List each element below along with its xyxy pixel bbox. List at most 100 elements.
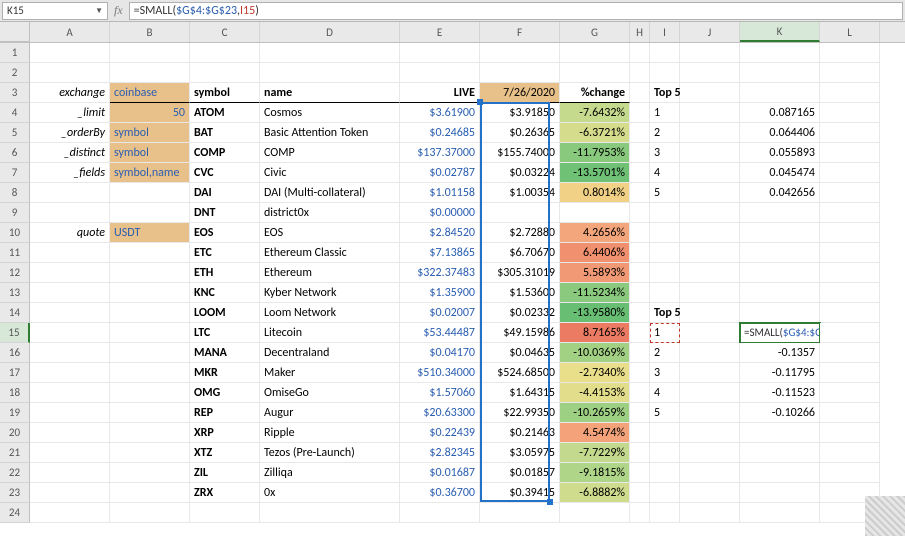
- row-header-1[interactable]: 1: [0, 43, 30, 63]
- row-header-11[interactable]: 11: [0, 243, 30, 263]
- cell-C7[interactable]: CVC: [190, 163, 260, 183]
- cell-J9[interactable]: [680, 203, 740, 223]
- cell-F5[interactable]: $0.26365: [480, 123, 560, 143]
- cell-H13[interactable]: [630, 283, 650, 303]
- cell-I17[interactable]: 3: [650, 363, 680, 383]
- cell-B12[interactable]: [110, 263, 190, 283]
- cell-D14[interactable]: Loom Network: [260, 303, 400, 323]
- cell-E7[interactable]: $0.02787: [400, 163, 480, 183]
- cell-J15[interactable]: [680, 323, 740, 343]
- cell-J18[interactable]: [680, 383, 740, 403]
- col-header-A[interactable]: A: [30, 22, 110, 42]
- row-header-13[interactable]: 13: [0, 283, 30, 303]
- cell-F1[interactable]: [480, 43, 560, 63]
- cell-B22[interactable]: [110, 463, 190, 483]
- cell-A6[interactable]: _distinct: [30, 143, 110, 163]
- cell-B9[interactable]: [110, 203, 190, 223]
- cell-D9[interactable]: district0x: [260, 203, 400, 223]
- cell-J13[interactable]: [680, 283, 740, 303]
- cell-I24[interactable]: [650, 503, 680, 523]
- chevron-down-icon[interactable]: ▼: [95, 6, 103, 16]
- cell-H8[interactable]: [630, 183, 650, 203]
- cell-F4[interactable]: $3.91850: [480, 103, 560, 123]
- col-header-J[interactable]: J: [680, 22, 740, 42]
- cell-B18[interactable]: [110, 383, 190, 403]
- cell-I8[interactable]: 5: [650, 183, 680, 203]
- cell-D5[interactable]: Basic Attention Token: [260, 123, 400, 143]
- cell-H14[interactable]: [630, 303, 650, 323]
- cell-B21[interactable]: [110, 443, 190, 463]
- cell-G6[interactable]: -11.7953%: [560, 143, 630, 163]
- cell-A12[interactable]: [30, 263, 110, 283]
- cell-G13[interactable]: -11.5234%: [560, 283, 630, 303]
- cell-G18[interactable]: -4.4153%: [560, 383, 630, 403]
- cell-G17[interactable]: -2.7340%: [560, 363, 630, 383]
- cell-K11[interactable]: [740, 243, 820, 263]
- cell-A8[interactable]: [30, 183, 110, 203]
- cell-H7[interactable]: [630, 163, 650, 183]
- cell-A15[interactable]: [30, 323, 110, 343]
- cell-K18[interactable]: -0.11523: [740, 383, 820, 403]
- cell-J7[interactable]: [680, 163, 740, 183]
- row-header-8[interactable]: 8: [0, 183, 30, 203]
- cell-D18[interactable]: OmiseGo: [260, 383, 400, 403]
- cell-D8[interactable]: DAI (Multi-collateral): [260, 183, 400, 203]
- cell-K9[interactable]: [740, 203, 820, 223]
- cell-E8[interactable]: $1.01158: [400, 183, 480, 203]
- cell-I7[interactable]: 4: [650, 163, 680, 183]
- col-header-E[interactable]: E: [400, 22, 480, 42]
- cell-J5[interactable]: [680, 123, 740, 143]
- cell-F10[interactable]: $2.72880: [480, 223, 560, 243]
- cell-I9[interactable]: [650, 203, 680, 223]
- cell-A1[interactable]: [30, 43, 110, 63]
- cell-I11[interactable]: [650, 243, 680, 263]
- cell-I14[interactable]: Top 5 Losers: [650, 303, 680, 323]
- cell-C3[interactable]: symbol: [190, 83, 260, 103]
- cell-E13[interactable]: $1.35900: [400, 283, 480, 303]
- fx-icon[interactable]: fx: [114, 3, 123, 18]
- cell-G10[interactable]: 4.2656%: [560, 223, 630, 243]
- cell-I2[interactable]: [650, 63, 680, 83]
- cell-J22[interactable]: [680, 463, 740, 483]
- cell-D10[interactable]: EOS: [260, 223, 400, 243]
- cell-E21[interactable]: $2.82345: [400, 443, 480, 463]
- cell-J4[interactable]: [680, 103, 740, 123]
- cell-B24[interactable]: [110, 503, 190, 523]
- cell-I12[interactable]: [650, 263, 680, 283]
- row-header-21[interactable]: 21: [0, 443, 30, 463]
- cell-K20[interactable]: [740, 423, 820, 443]
- cell-D4[interactable]: Cosmos: [260, 103, 400, 123]
- cell-E12[interactable]: $322.37483: [400, 263, 480, 283]
- cell-A23[interactable]: [30, 483, 110, 503]
- cell-H3[interactable]: [630, 83, 650, 103]
- row-header-10[interactable]: 10: [0, 223, 30, 243]
- col-header-I[interactable]: I: [650, 22, 680, 42]
- cell-E24[interactable]: [400, 503, 480, 523]
- col-header-K[interactable]: K: [740, 22, 820, 42]
- cell-G23[interactable]: -6.8882%: [560, 483, 630, 503]
- cell-G24[interactable]: [560, 503, 630, 523]
- cell-F15[interactable]: $49.15986: [480, 323, 560, 343]
- cell-H9[interactable]: [630, 203, 650, 223]
- cell-C18[interactable]: OMG: [190, 383, 260, 403]
- cell-C21[interactable]: XTZ: [190, 443, 260, 463]
- cell-A4[interactable]: _limit: [30, 103, 110, 123]
- cell-G4[interactable]: -7.6432%: [560, 103, 630, 123]
- cell-K2[interactable]: [740, 63, 820, 83]
- cell-C13[interactable]: KNC: [190, 283, 260, 303]
- row-header-24[interactable]: 24: [0, 503, 30, 523]
- cell-C9[interactable]: DNT: [190, 203, 260, 223]
- row-header-4[interactable]: 4: [0, 103, 30, 123]
- col-header-L[interactable]: L: [820, 22, 880, 42]
- cell-G12[interactable]: 5.5893%: [560, 263, 630, 283]
- cell-J11[interactable]: [680, 243, 740, 263]
- cell-H21[interactable]: [630, 443, 650, 463]
- cell-H24[interactable]: [630, 503, 650, 523]
- col-header-B[interactable]: B: [110, 22, 190, 42]
- cell-A7[interactable]: _fields: [30, 163, 110, 183]
- row-header-7[interactable]: 7: [0, 163, 30, 183]
- cell-F12[interactable]: $305.31019: [480, 263, 560, 283]
- cell-H1[interactable]: [630, 43, 650, 63]
- cell-E4[interactable]: $3.61900: [400, 103, 480, 123]
- row-header-18[interactable]: 18: [0, 383, 30, 403]
